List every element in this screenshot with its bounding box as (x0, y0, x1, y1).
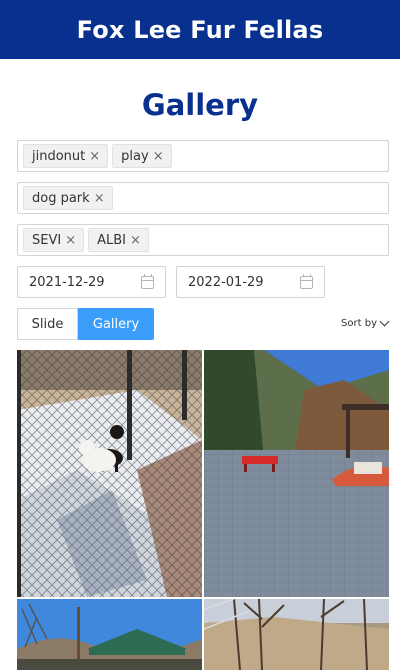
gallery-photo[interactable] (204, 599, 389, 670)
slide-view-button[interactable]: Slide (17, 308, 78, 340)
calendar-icon[interactable] (300, 273, 313, 289)
end-date-value: 2022-01-29 (188, 274, 264, 290)
photo-winter-trees (204, 599, 389, 670)
app-title: Fox Lee Fur Fellas (76, 15, 324, 44)
tag-select-2[interactable]: dog park × (17, 182, 389, 214)
calendar-icon[interactable] (141, 273, 154, 289)
tag-chip: dog park × (23, 186, 113, 210)
gallery-photo[interactable] (17, 350, 202, 597)
tag-label: jindonut (32, 148, 86, 164)
remove-tag-icon[interactable]: × (89, 149, 100, 164)
chevron-down-icon (379, 316, 390, 327)
gallery-photo[interactable] (17, 599, 202, 670)
tag-chip: jindonut × (23, 144, 109, 168)
tag-label: SEVI (32, 232, 62, 248)
tag-label: ALBI (97, 232, 126, 248)
tag-chip: ALBI × (88, 228, 149, 252)
end-date-input[interactable]: 2022-01-29 (176, 266, 325, 298)
start-date-value: 2021-12-29 (29, 274, 105, 290)
remove-tag-icon[interactable]: × (65, 233, 76, 248)
app-header: Fox Lee Fur Fellas (0, 0, 400, 59)
tag-label: play (121, 148, 149, 164)
remove-tag-icon[interactable]: × (94, 191, 105, 206)
start-date-input[interactable]: 2021-12-29 (17, 266, 166, 298)
remove-tag-icon[interactable]: × (153, 149, 164, 164)
tag-label: dog park (32, 190, 90, 206)
tag-chip: play × (112, 144, 172, 168)
tag-select-1[interactable]: jindonut × play × (17, 140, 389, 172)
sort-dropdown[interactable]: Sort by (341, 316, 390, 329)
gallery-photo[interactable] (204, 350, 389, 597)
photo-paved-dog-park (204, 350, 389, 597)
sort-label: Sort by (341, 318, 377, 329)
gallery-view-button[interactable]: Gallery (78, 308, 154, 340)
page-title: Gallery (141, 88, 259, 122)
tag-select-3[interactable]: SEVI × ALBI × (17, 224, 389, 256)
photo-dogs-on-snow (17, 350, 202, 597)
tag-chip: SEVI × (23, 228, 85, 252)
view-toggle: Slide Gallery (17, 308, 154, 340)
remove-tag-icon[interactable]: × (130, 233, 141, 248)
photo-park-pavilion (17, 599, 202, 670)
